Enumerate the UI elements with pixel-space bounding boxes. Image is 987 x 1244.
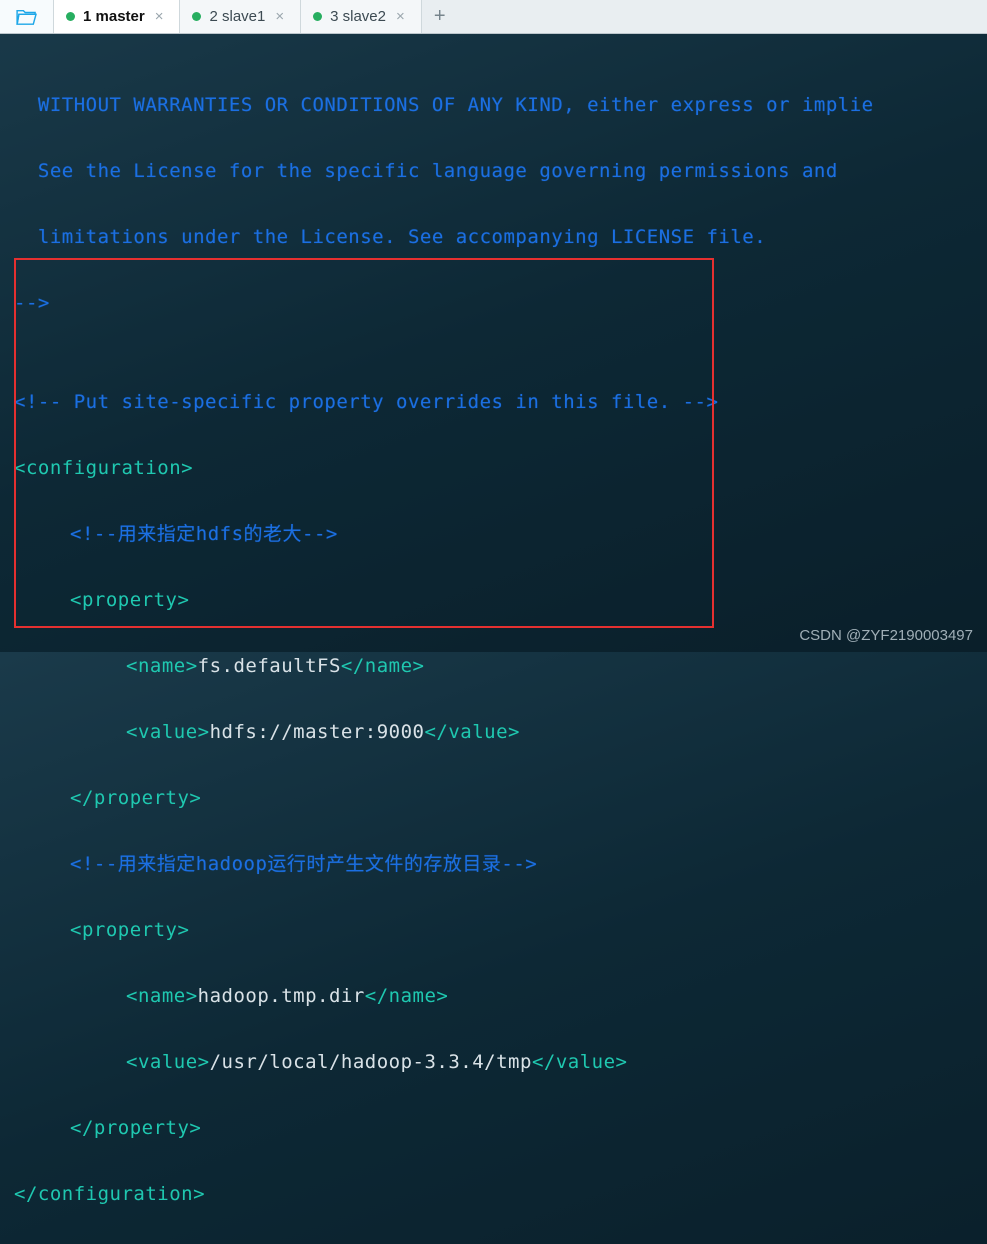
xml-comment: <!--用来指定hadoop运行时产生文件的存放目录--> xyxy=(70,853,537,875)
xml-tag: <value> xyxy=(126,721,210,743)
code-line: limitations under the License. See accom… xyxy=(14,221,987,254)
xml-comment: <!--用来指定hdfs的老大--> xyxy=(70,523,338,545)
code-line: <name>hadoop.tmp.dir</name> xyxy=(14,980,987,1013)
close-icon[interactable]: × xyxy=(273,9,286,24)
tab-label: 1 master xyxy=(83,8,145,25)
xml-tag: <configuration> xyxy=(14,457,193,479)
code-line: </property> xyxy=(14,782,987,815)
xml-tag: </configuration> xyxy=(14,1183,205,1205)
code-line: </property> xyxy=(14,1112,987,1145)
tab-slave2[interactable]: 3 slave2 × xyxy=(301,0,422,33)
code-line: <!--用来指定hadoop运行时产生文件的存放目录--> xyxy=(14,848,987,881)
tab-bar: 1 master × 2 slave1 × 3 slave2 × + xyxy=(0,0,987,34)
code-line: --> xyxy=(14,287,987,320)
xml-tag: </property> xyxy=(70,1117,201,1139)
open-folder-button[interactable] xyxy=(0,0,54,33)
modified-dot-icon xyxy=(66,12,75,21)
xml-tag: <property> xyxy=(70,919,189,941)
folder-open-icon xyxy=(16,8,38,26)
code-line: <property> xyxy=(14,914,987,947)
xml-tag: <name> xyxy=(126,655,198,677)
xml-tag: <value> xyxy=(126,1051,210,1073)
tab-label: 2 slave1 xyxy=(209,8,265,25)
xml-text: /usr/local/hadoop-3.3.4/tmp xyxy=(210,1051,532,1073)
xml-tag: <property> xyxy=(70,589,189,611)
xml-text: hadoop.tmp.dir xyxy=(198,985,365,1007)
close-icon[interactable]: × xyxy=(394,9,407,24)
tab-label: 3 slave2 xyxy=(330,8,386,25)
code-line: <configuration> xyxy=(14,452,987,485)
modified-dot-icon xyxy=(313,12,322,21)
tab-master[interactable]: 1 master × xyxy=(54,0,180,33)
code-line: <!--用来指定hdfs的老大--> xyxy=(14,518,987,551)
code-line: </configuration> xyxy=(14,1178,987,1211)
code-line: <name>fs.defaultFS</name> xyxy=(14,650,987,683)
code-line: <value>hdfs://master:9000</value> xyxy=(14,716,987,749)
xml-tag: </value> xyxy=(424,721,520,743)
plus-icon: + xyxy=(434,5,446,28)
modified-dot-icon xyxy=(192,12,201,21)
tab-slave1[interactable]: 2 slave1 × xyxy=(180,0,301,33)
xml-tag: </name> xyxy=(365,985,449,1007)
code-line: WITHOUT WARRANTIES OR CONDITIONS OF ANY … xyxy=(14,89,987,122)
xml-tag: </value> xyxy=(532,1051,628,1073)
code-line: See the License for the specific languag… xyxy=(14,155,987,188)
new-tab-button[interactable]: + xyxy=(422,0,458,33)
xml-tag: </name> xyxy=(341,655,425,677)
close-icon[interactable]: × xyxy=(153,9,166,24)
watermark: CSDN @ZYF2190003497 xyxy=(799,627,973,644)
xml-text: hdfs://master:9000 xyxy=(210,721,425,743)
xml-tag: </property> xyxy=(70,787,201,809)
code-line: <!-- Put site-specific property override… xyxy=(14,386,987,419)
xml-text: fs.defaultFS xyxy=(198,655,341,677)
code-line: <property> xyxy=(14,584,987,617)
code-line: <value>/usr/local/hadoop-3.3.4/tmp</valu… xyxy=(14,1046,987,1079)
xml-tag: <name> xyxy=(126,985,198,1007)
